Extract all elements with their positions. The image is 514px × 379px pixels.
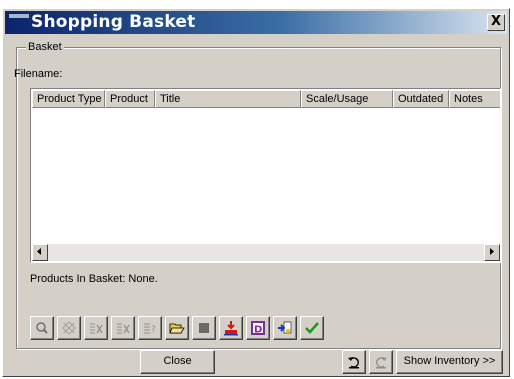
redo-arrow-icon <box>376 357 387 369</box>
title-bar[interactable]: Shopping Basket X <box>5 11 507 34</box>
column-header-scale-usage[interactable]: Scale/Usage <box>301 90 393 108</box>
column-header-product[interactable]: Product <box>105 90 155 108</box>
green-check-icon <box>305 322 319 334</box>
undo-arrow-icon <box>348 357 359 369</box>
clear-marked-icon <box>62 321 76 335</box>
remove-all-icon <box>117 323 130 334</box>
remove-item-icon <box>90 323 103 334</box>
horizontal-scrollbar[interactable] <box>32 244 500 261</box>
scroll-right-button[interactable] <box>484 244 500 261</box>
scroll-left-button[interactable] <box>32 244 48 261</box>
filename-label: Filename: <box>14 68 63 80</box>
basket-group-label: Basket <box>26 41 64 53</box>
column-header-product-type[interactable]: Product Type <box>32 90 105 108</box>
clear-marked-button[interactable] <box>57 316 81 340</box>
left-arrow-icon <box>37 248 41 255</box>
d-purple-icon: D <box>251 321 265 336</box>
column-header-notes[interactable]: Notes <box>449 90 500 108</box>
open-folder-icon <box>169 323 185 334</box>
import-arrow-icon <box>278 321 292 334</box>
window-title: Shopping Basket <box>31 12 196 32</box>
details-button[interactable]: ? <box>138 316 162 340</box>
column-header-outdated[interactable]: Outdated <box>393 90 449 108</box>
svg-text:D: D <box>254 325 262 336</box>
open-file-button[interactable] <box>165 316 189 340</box>
stop-button[interactable] <box>192 316 216 340</box>
basket-product-list[interactable]: Product Type Product Title Scale/Usage O… <box>30 88 501 263</box>
svg-text:?: ? <box>151 325 156 335</box>
column-header-title[interactable]: Title <box>155 90 301 108</box>
download-red-icon <box>224 321 238 336</box>
download-button[interactable] <box>219 316 243 340</box>
remove-item-button[interactable] <box>84 316 108 340</box>
right-arrow-icon <box>490 248 494 255</box>
redo-button[interactable] <box>369 350 393 374</box>
close-button[interactable]: Close <box>140 350 215 374</box>
list-details-icon: ? <box>144 323 156 335</box>
window-app-icon <box>9 14 29 18</box>
magnifier-icon <box>36 322 48 334</box>
basket-status-text: Products In Basket: None. <box>30 273 158 285</box>
show-inventory-button[interactable]: Show Inventory >> <box>396 350 503 374</box>
shopping-basket-dialog: Shopping Basket X Basket Filename: Produ… <box>2 8 510 377</box>
import-button[interactable] <box>273 316 297 340</box>
list-header-row: Product Type Product Title Scale/Usage O… <box>32 90 500 108</box>
confirm-button[interactable] <box>300 316 324 340</box>
close-window-button[interactable]: X <box>487 14 505 31</box>
search-button[interactable] <box>30 316 54 340</box>
undo-button[interactable] <box>342 350 366 374</box>
d-button[interactable]: D <box>246 316 270 340</box>
remove-all-button[interactable] <box>111 316 135 340</box>
stop-square-icon <box>199 323 209 333</box>
